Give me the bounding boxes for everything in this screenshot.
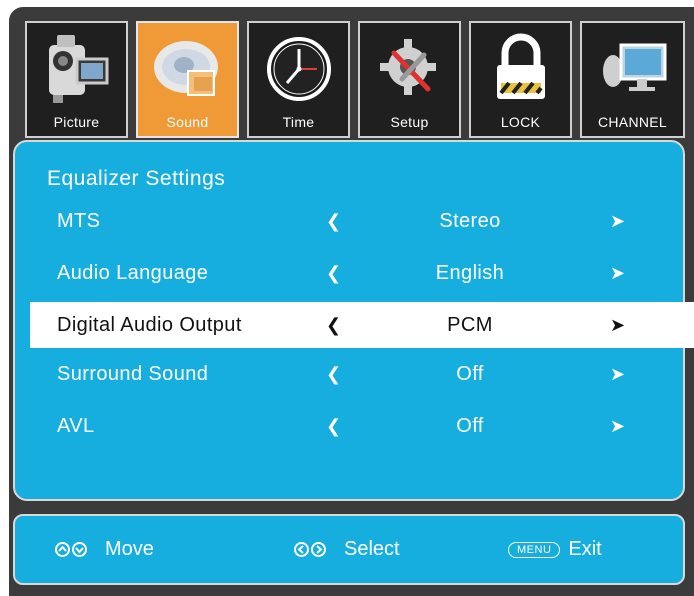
panel-title: Equalizer Settings	[47, 167, 226, 190]
down-button-icon	[72, 542, 87, 557]
setting-row-surround-sound[interactable]: Surround Sound ❮ Off ➤	[30, 351, 694, 397]
arrow-left-icon[interactable]: ❮	[326, 250, 341, 296]
arrow-right-icon[interactable]: ➤	[610, 250, 625, 296]
setting-row-mts[interactable]: MTS ❮ Stereo ➤	[30, 198, 694, 244]
hint-move-label: Move	[105, 538, 154, 560]
gear-wrench-icon	[379, 39, 436, 95]
arrow-right-icon[interactable]: ➤	[610, 302, 625, 348]
arrow-right-icon[interactable]: ➤	[610, 198, 625, 244]
arrow-left-icon[interactable]: ❮	[326, 198, 341, 244]
tab-label: Picture	[53, 114, 100, 130]
tab-label: LOCK	[500, 114, 541, 130]
hint-move: Move	[55, 516, 154, 583]
right-button-icon	[311, 542, 326, 557]
tab-channel[interactable]: CHANNEL	[580, 21, 685, 138]
arrow-left-icon[interactable]: ❮	[326, 351, 341, 397]
tab-lock[interactable]: LOCK	[469, 21, 572, 138]
padlock-icon	[496, 33, 545, 99]
setting-row-audio-language[interactable]: Audio Language ❮ English ➤	[30, 250, 694, 296]
setting-row-avl[interactable]: AVL ❮ Off ➤	[30, 403, 694, 449]
setting-value: Off	[456, 415, 484, 437]
tab-label: Setup	[390, 114, 429, 130]
tab-time[interactable]: Time	[247, 21, 350, 138]
setting-label: AVL	[57, 415, 95, 437]
hint-exit: MENU Exit	[508, 516, 602, 583]
tab-picture[interactable]: Picture	[25, 21, 128, 138]
hint-exit-label: Exit	[568, 538, 602, 560]
setting-label: Audio Language	[57, 262, 209, 284]
setting-value: Stereo	[439, 210, 501, 232]
left-button-icon	[294, 542, 309, 557]
hint-select: Select	[294, 516, 400, 583]
setting-label: Surround Sound	[57, 363, 209, 385]
setting-label: MTS	[57, 210, 101, 232]
arrow-right-icon[interactable]: ➤	[610, 403, 625, 449]
clock-icon	[266, 37, 331, 101]
tab-label: Sound	[166, 114, 209, 130]
setting-value: PCM	[447, 314, 493, 336]
arrow-left-icon[interactable]: ❮	[326, 302, 341, 348]
satellite-monitor-icon	[602, 43, 666, 91]
menu-key-icon: MENU	[508, 541, 561, 558]
hint-select-label: Select	[344, 538, 400, 560]
camera-icon	[48, 35, 108, 103]
setting-value: Off	[456, 363, 484, 385]
tab-setup[interactable]: Setup	[358, 21, 461, 138]
setting-label: Digital Audio Output	[57, 314, 242, 336]
up-button-icon	[55, 542, 70, 557]
arrow-right-icon[interactable]: ➤	[610, 351, 625, 397]
footer-hint-bar: Move Select MENU Exit	[13, 514, 685, 585]
arrow-left-icon[interactable]: ❮	[326, 403, 341, 449]
setting-row-digital-audio-output[interactable]: Digital Audio Output ❮ PCM ➤	[30, 302, 694, 348]
tab-label: CHANNEL	[597, 114, 667, 130]
tab-label: Time	[282, 114, 315, 130]
speaker-disc-icon	[153, 41, 218, 96]
tab-sound[interactable]: Sound	[136, 21, 239, 138]
setting-value: English	[435, 262, 505, 284]
